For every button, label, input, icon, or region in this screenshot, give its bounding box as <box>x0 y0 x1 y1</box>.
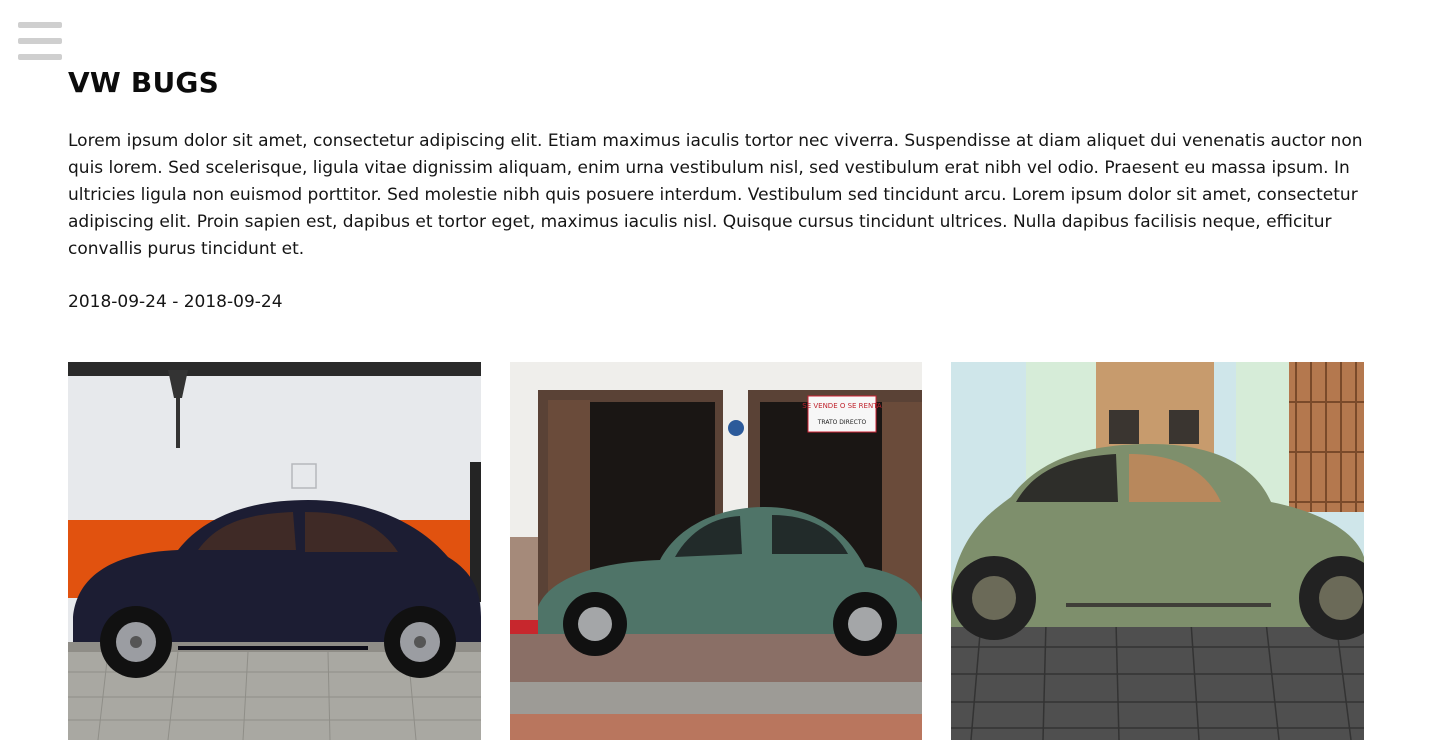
page-description: Lorem ipsum dolor sit amet, consectetur … <box>68 131 1363 259</box>
for-sale-sign-text: SE VENDE O SE RENTA <box>802 402 882 410</box>
hamburger-menu-icon[interactable] <box>18 22 62 60</box>
menu-bar-top <box>18 22 62 28</box>
gallery-photo-navy-beetle[interactable] <box>68 362 481 740</box>
menu-bar-middle <box>18 38 62 44</box>
teal-beetle-image: SE VENDE O SE RENTA TRATO DIRECTO <box>509 362 923 740</box>
menu-bar-bottom <box>18 54 62 60</box>
navy-beetle-image <box>68 362 481 740</box>
gallery-photo-sage-beetle[interactable] <box>951 362 1365 740</box>
for-sale-sign-subtext: TRATO DIRECTO <box>816 419 866 426</box>
date-range: 2018-09-24 - 2018-09-24 <box>68 292 283 312</box>
page-title: VW BUGS <box>68 66 219 99</box>
photo-gallery: SE VENDE O SE RENTA TRATO DIRECTO <box>68 362 1365 740</box>
sage-beetle-image <box>951 362 1365 740</box>
gallery-photo-teal-beetle[interactable]: SE VENDE O SE RENTA TRATO DIRECTO <box>509 362 923 740</box>
